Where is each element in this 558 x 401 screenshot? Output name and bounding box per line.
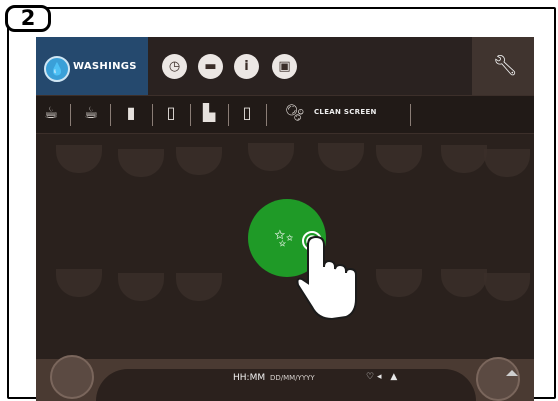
time-text: HH:MM	[233, 373, 266, 383]
status-icons: ♡ ◂ ▲	[366, 372, 397, 382]
clean-screen-icon: ✨︎	[274, 224, 294, 252]
milk-jug-icon[interactable]: ▮	[120, 102, 142, 124]
clock-display: HH:MM DD/MM/YYYY	[233, 373, 315, 383]
cup-icon[interactable]: ☕︎	[80, 102, 102, 124]
clean-screen-icon[interactable]: 🫧︎	[280, 102, 310, 124]
heart-icon: ♡	[366, 372, 375, 382]
clean-screen-label[interactable]: CLEAN SCREEN	[314, 108, 377, 116]
divider	[410, 104, 411, 126]
glass-icon[interactable]: ▯	[236, 102, 258, 124]
step-number-badge: 2	[5, 5, 51, 32]
divider	[110, 104, 111, 126]
divider	[190, 104, 191, 126]
faded-cup	[441, 145, 487, 173]
right-dial	[476, 357, 520, 401]
left-dial	[50, 355, 94, 399]
speaker-icon: ◂	[376, 372, 382, 382]
settings-area[interactable]: 🔧︎	[472, 37, 534, 95]
faded-cup	[441, 269, 487, 297]
top-bar: 💧 WASHINGS ◷ ▬ i ▣ 🔧︎	[36, 37, 534, 95]
washing-options-toolbar: ☕︎ ☕︎ ▮ ▯ ▙ ▯ 🫧︎ CLEAN SCREEN	[36, 95, 534, 134]
divider	[70, 104, 71, 126]
clock-icon[interactable]: ◷	[162, 54, 187, 79]
chevron-up-icon[interactable]	[506, 370, 518, 376]
faded-cup	[484, 149, 530, 177]
flag-icon[interactable]: ▬	[198, 54, 223, 79]
divider	[266, 104, 267, 126]
water-drop-icon: 💧	[44, 56, 70, 82]
info-icon[interactable]: i	[234, 54, 259, 79]
touch-screen: 💧 WASHINGS ◷ ▬ i ▣ 🔧︎ ☕︎ ☕︎ ▮ ▯ ▙ ▯ 🫧︎ C…	[36, 37, 534, 401]
faded-cup	[376, 145, 422, 173]
machine-icon[interactable]: ▣	[272, 54, 297, 79]
faded-cup	[118, 149, 164, 177]
faded-cup	[376, 269, 422, 297]
divider	[228, 104, 229, 126]
faded-cup	[56, 145, 102, 173]
faded-cup	[318, 143, 364, 171]
cup-rinse-icon[interactable]: ☕︎	[40, 102, 62, 124]
faded-cup	[176, 273, 222, 301]
faded-cup	[118, 273, 164, 301]
faded-cup	[176, 147, 222, 175]
faded-cup	[248, 143, 294, 171]
divider	[152, 104, 153, 126]
faded-cup	[484, 273, 530, 301]
faded-cup	[56, 269, 102, 297]
tab-washings[interactable]: 💧 WASHINGS	[36, 37, 148, 95]
machine-pour-icon[interactable]: ▙	[198, 102, 220, 124]
glass-icon[interactable]: ▯	[160, 102, 182, 124]
wrench-icon[interactable]: 🔧︎	[493, 53, 518, 77]
tab-washings-label: WASHINGS	[73, 61, 137, 72]
tap-hand-icon	[296, 231, 357, 321]
date-text: DD/MM/YYYY	[269, 374, 315, 382]
person-icon: ▲	[390, 372, 398, 382]
